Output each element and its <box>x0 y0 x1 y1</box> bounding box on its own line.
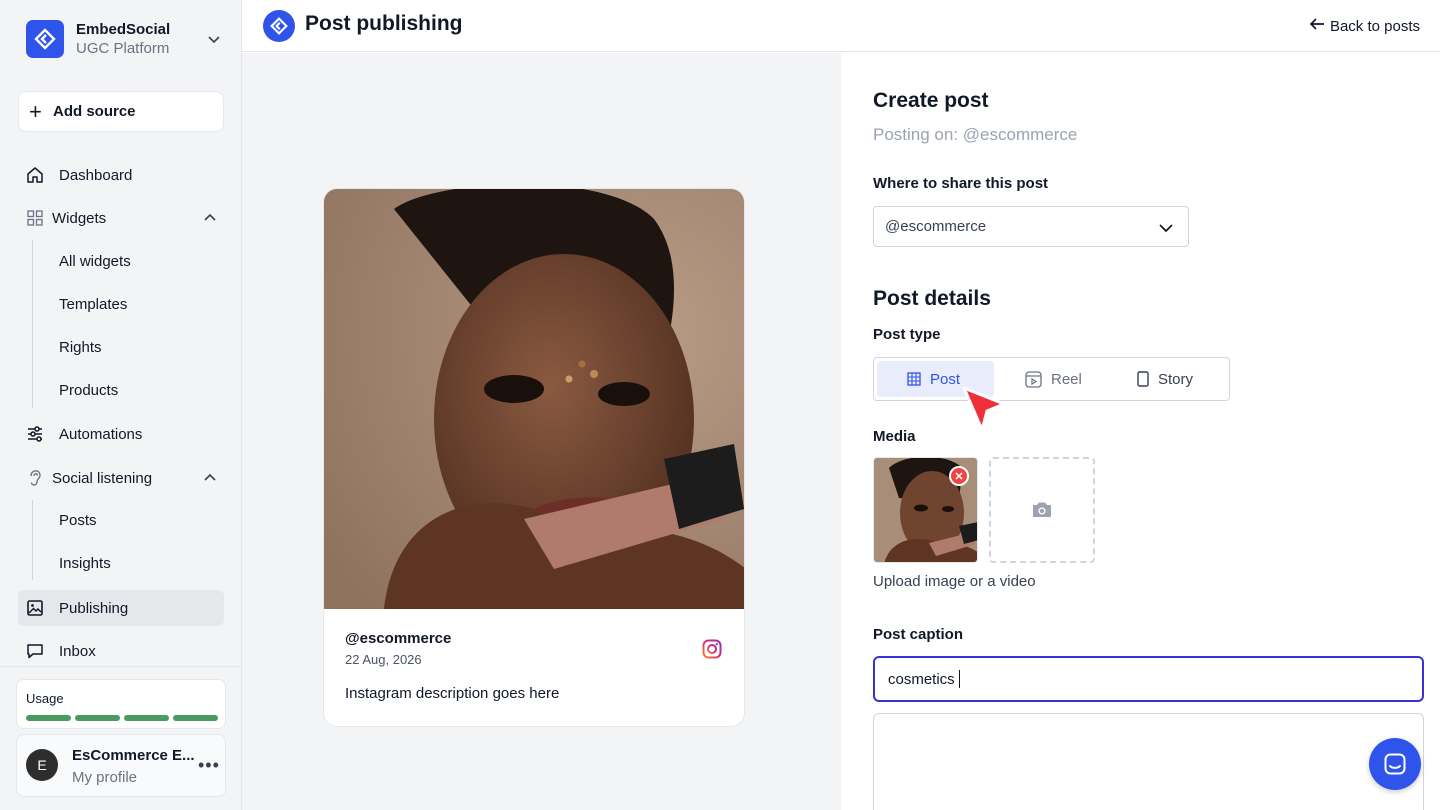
post-type-label-reel: Reel <box>1051 370 1082 388</box>
submenu-divider <box>32 240 33 408</box>
remove-media-button[interactable]: ✕ <box>949 466 969 486</box>
share-account-select[interactable]: @escommerce <box>873 206 1189 247</box>
brand-name: EmbedSocial <box>76 20 171 38</box>
profile-subtitle: My profile <box>72 769 138 786</box>
sidebar-item-automations[interactable]: Automations <box>18 416 224 452</box>
sidebar-item-label: Inbox <box>59 642 96 660</box>
description-textarea[interactable] <box>873 713 1424 810</box>
page-header: Post publishing Back to posts <box>242 0 1440 52</box>
sidebar-subitem-products[interactable]: Products <box>59 382 118 402</box>
upload-media-button[interactable] <box>989 457 1095 563</box>
reel-icon <box>1025 370 1042 388</box>
form-title: Create post <box>873 89 989 112</box>
share-account-value: @escommerce <box>885 218 987 235</box>
sidebar-item-label: Publishing <box>59 599 129 617</box>
sidebar-subitem-insights[interactable]: Insights <box>59 555 111 575</box>
caption-value: cosmetics <box>888 670 955 688</box>
back-label: Back to posts <box>1329 17 1420 35</box>
posting-on-text: Posting on: @escommerce <box>873 125 1078 144</box>
usage-segment <box>75 715 120 721</box>
back-to-posts-link[interactable]: Back to posts <box>1309 16 1420 36</box>
post-photo <box>324 189 744 609</box>
section-title: Post details <box>873 287 991 310</box>
add-source-button[interactable]: + Add source <box>18 91 224 132</box>
chat-bubble-icon <box>26 642 44 660</box>
preview-username: @escommerce <box>345 630 452 647</box>
automation-icon <box>26 425 44 443</box>
usage-segment <box>26 715 71 721</box>
chevron-up-icon[interactable] <box>202 210 218 230</box>
usage-segment <box>173 715 218 721</box>
usage-label: Usage <box>26 691 64 706</box>
usage-segment <box>124 715 169 721</box>
post-type-label: Post type <box>873 326 941 343</box>
brand-subtitle: UGC Platform <box>76 39 170 57</box>
sidebar-item-label: Widgets <box>52 209 107 227</box>
submenu-divider <box>32 500 33 580</box>
grid-icon <box>907 372 921 386</box>
post-type-reel[interactable]: Reel <box>1025 361 1125 397</box>
sidebar-item-label: Dashboard <box>59 166 133 184</box>
chevron-down-icon[interactable] <box>206 31 222 52</box>
usage-meter <box>26 715 218 721</box>
sidebar-subitem-posts[interactable]: Posts <box>59 512 97 532</box>
usage-card[interactable]: Usage <box>16 679 226 729</box>
sidebar-item-inbox[interactable]: Inbox <box>18 633 224 669</box>
sidebar-subitem-templates[interactable]: Templates <box>59 296 127 316</box>
text-caret <box>958 670 960 688</box>
sidebar-divider <box>0 666 242 667</box>
create-post-form: Create post Posting on: @escommerce Wher… <box>841 53 1440 810</box>
upload-hint: Upload image or a video <box>873 573 1036 590</box>
sidebar-item-label: Automations <box>59 425 143 443</box>
avatar: E <box>26 749 58 781</box>
chat-icon <box>1384 753 1406 775</box>
arrow-left-icon <box>1309 16 1325 36</box>
sidebar-subitem-all-widgets[interactable]: All widgets <box>59 253 131 273</box>
sidebar-subitem-rights[interactable]: Rights <box>59 339 102 359</box>
sidebar-item-social-listening[interactable]: Social listening <box>18 460 224 496</box>
grid-icon <box>26 209 44 227</box>
share-label: Where to share this post <box>873 175 1049 192</box>
embedsocial-logo-icon <box>263 10 295 42</box>
chevron-down-icon <box>1158 220 1174 240</box>
page-title: Post publishing <box>305 12 463 35</box>
profile-name: EsCommerce E... <box>72 747 195 764</box>
image-icon <box>26 599 44 617</box>
post-preview-card: @escommerce 22 Aug, 2026 Instagram descr… <box>323 188 745 727</box>
embedsocial-logo-icon <box>26 20 64 58</box>
sidebar-item-label: Social listening <box>52 469 153 487</box>
chevron-up-icon[interactable] <box>202 470 218 490</box>
instagram-icon <box>702 639 722 659</box>
caption-input[interactable]: cosmetics <box>873 656 1424 702</box>
ear-icon <box>26 469 44 487</box>
preview-description: Instagram description goes here <box>345 685 560 702</box>
preview-date: 22 Aug, 2026 <box>345 652 422 667</box>
post-type-story[interactable]: Story <box>1137 361 1227 397</box>
workspace-switcher[interactable]: EmbedSocial UGC Platform <box>26 19 226 59</box>
profile-card[interactable]: E EsCommerce E... My profile ••• <box>16 734 226 797</box>
mouse-pointer-icon <box>962 386 1006 432</box>
support-chat-button[interactable] <box>1369 738 1421 790</box>
home-icon <box>26 166 44 184</box>
add-source-label: Add source <box>53 103 136 120</box>
camera-icon <box>1033 502 1051 517</box>
post-type-label-story: Story <box>1158 370 1194 388</box>
story-icon <box>1137 371 1149 387</box>
sidebar: EmbedSocial UGC Platform + Add source Da… <box>0 0 242 810</box>
plus-icon: + <box>29 98 42 124</box>
more-options-icon[interactable]: ••• <box>198 755 220 776</box>
sidebar-item-publishing[interactable]: Publishing <box>18 590 224 626</box>
media-label: Media <box>873 428 916 445</box>
post-type-selector: Post Reel Story <box>873 357 1230 401</box>
sidebar-item-dashboard[interactable]: Dashboard <box>18 157 224 193</box>
sidebar-item-widgets[interactable]: Widgets <box>18 200 224 236</box>
post-type-label-post: Post <box>930 370 961 388</box>
post-preview-area: @escommerce 22 Aug, 2026 Instagram descr… <box>242 53 841 810</box>
caption-label: Post caption <box>873 626 964 643</box>
